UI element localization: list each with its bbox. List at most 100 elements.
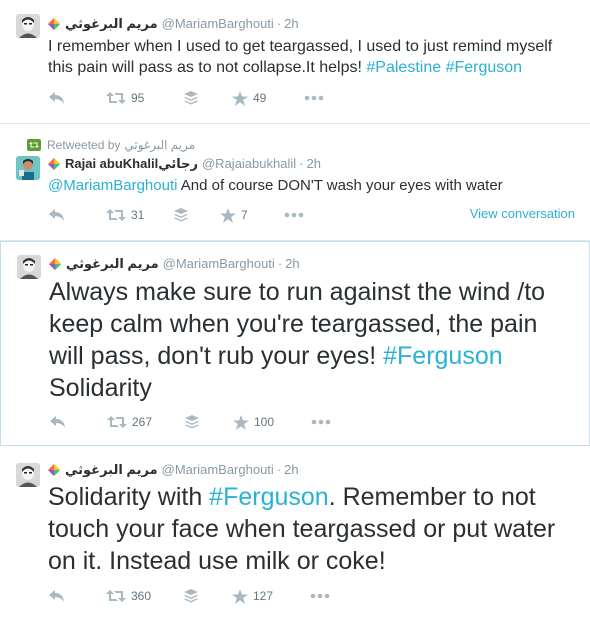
tweet[interactable]: مريم البرغوثي @MariamBarghouti · 2h I re… (0, 0, 590, 124)
avatar[interactable] (17, 255, 41, 279)
retweet-button[interactable]: 360 (106, 589, 184, 603)
view-conversation-link[interactable]: View conversation (470, 206, 575, 221)
avatar[interactable] (16, 156, 40, 180)
hashtag-link[interactable]: #Ferguson (446, 59, 523, 76)
retweeter-name[interactable]: مريم البرغوثي (124, 138, 195, 152)
separator-dot: · (276, 462, 282, 477)
buffer-button[interactable] (184, 91, 232, 105)
retweet-button[interactable]: 95 (106, 91, 184, 105)
favorite-button[interactable]: 7 (220, 207, 284, 223)
reply-button[interactable] (48, 91, 106, 105)
favorite-button[interactable]: 100 (233, 414, 311, 430)
retweet-count: 360 (131, 589, 152, 603)
tweet-header: مريم البرغوثي @MariamBarghouti · 2h (48, 16, 299, 32)
hashtag-link[interactable]: #Ferguson (209, 483, 329, 511)
favorite-count: 127 (253, 589, 274, 603)
verified-mark-icon (48, 158, 60, 170)
more-button[interactable] (311, 419, 331, 425)
tweet-header: مريم البرغوثي @MariamBarghouti · 2h (48, 462, 299, 478)
favorite-count: 49 (253, 91, 267, 105)
retweet-button[interactable]: 31 (106, 208, 174, 222)
retweet-icon (106, 92, 126, 104)
mention-link[interactable]: @MariamBarghouti (48, 177, 177, 194)
verified-mark-icon (49, 258, 61, 270)
avatar[interactable] (16, 14, 40, 38)
more-icon (304, 95, 324, 101)
username[interactable]: @Rajaiabukhalil (202, 156, 296, 172)
tweet-text: Solidarity with #Ferguson. Remember to n… (48, 481, 578, 577)
reply-button[interactable] (48, 208, 106, 222)
favorite-icon (220, 207, 236, 223)
tweet-actions: 31 7 (48, 206, 304, 224)
reply-button[interactable] (48, 589, 106, 603)
hashtag-link[interactable]: #Palestine (366, 59, 441, 76)
buffer-icon (184, 91, 198, 105)
hashtag-link[interactable]: #Ferguson (383, 342, 503, 370)
retweet-icon (106, 590, 126, 602)
display-name[interactable]: Rajai abuKhalilرجائي (65, 156, 198, 172)
reply-icon (49, 590, 64, 602)
reply-button[interactable] (49, 415, 107, 429)
tweet-header: Rajai abuKhalilرجائي @Rajaiabukhalil · 2… (48, 156, 321, 172)
tweet[interactable]: Retweeted by مريم البرغوثي Rajai abuKhal… (0, 124, 590, 241)
avatar[interactable] (16, 463, 40, 487)
timeline: مريم البرغوثي @MariamBarghouti · 2h I re… (0, 0, 590, 621)
tweet[interactable]: مريم البرغوثي @MariamBarghouti · 2h Alwa… (0, 241, 590, 446)
retweet-badge-icon (27, 139, 41, 151)
reply-icon (50, 416, 65, 428)
favorite-count: 7 (241, 208, 248, 222)
reply-icon (49, 92, 64, 104)
verified-mark-icon (48, 464, 60, 476)
username[interactable]: @MariamBarghouti (162, 16, 274, 32)
retweet-count: 31 (131, 208, 145, 222)
more-icon (310, 593, 330, 599)
favorite-icon (232, 90, 248, 106)
tweet-text: @MariamBarghouti And of course DON'T was… (48, 175, 578, 196)
favorite-button[interactable]: 49 (232, 90, 304, 106)
buffer-button[interactable] (174, 208, 220, 222)
tweet[interactable]: مريم البرغوثي @MariamBarghouti · 2h Soli… (0, 446, 590, 621)
favorite-icon (233, 414, 249, 430)
timestamp[interactable]: 2h (284, 462, 298, 478)
tweet-actions: 267 100 (49, 413, 331, 431)
favorite-button[interactable]: 127 (232, 588, 310, 604)
retweet-count: 95 (131, 91, 145, 105)
tweet-actions: 360 127 (48, 587, 330, 605)
retweet-icon (106, 209, 126, 221)
retweet-icon (107, 416, 127, 428)
display-name[interactable]: مريم البرغوثي (65, 462, 158, 478)
tweet-text: Always make sure to run against the wind… (49, 276, 579, 404)
timestamp[interactable]: 2h (306, 156, 320, 172)
buffer-button[interactable] (184, 589, 232, 603)
buffer-icon (174, 208, 188, 222)
more-button[interactable] (284, 212, 304, 218)
username[interactable]: @MariamBarghouti (162, 462, 274, 478)
more-icon (311, 419, 331, 425)
buffer-button[interactable] (185, 415, 233, 429)
retweet-context: Retweeted by مريم البرغوثي (27, 138, 195, 152)
text-segment: And of course DON'T wash your eyes with … (177, 177, 503, 194)
verified-mark-icon (48, 18, 60, 30)
text-segment: Solidarity with (48, 483, 210, 511)
timestamp[interactable]: 2h (285, 256, 299, 272)
more-button[interactable] (304, 95, 324, 101)
retweeted-by-label: Retweeted by (47, 138, 121, 152)
display-name[interactable]: مريم البرغوثي (66, 256, 159, 272)
buffer-icon (185, 415, 199, 429)
buffer-icon (184, 589, 198, 603)
separator-dot: · (277, 256, 283, 271)
more-button[interactable] (310, 593, 330, 599)
separator-dot: · (299, 156, 304, 171)
text-segment: Solidarity (49, 374, 152, 402)
display-name[interactable]: مريم البرغوثي (65, 16, 158, 32)
more-icon (284, 212, 304, 218)
tweet-header: مريم البرغوثي @MariamBarghouti · 2h (49, 256, 300, 272)
favorite-icon (232, 588, 248, 604)
separator-dot: · (276, 16, 282, 31)
timestamp[interactable]: 2h (284, 16, 298, 32)
username[interactable]: @MariamBarghouti (163, 256, 275, 272)
favorite-count: 100 (254, 415, 275, 429)
retweet-count: 267 (132, 415, 153, 429)
tweet-actions: 95 49 (48, 89, 324, 107)
retweet-button[interactable]: 267 (107, 415, 185, 429)
